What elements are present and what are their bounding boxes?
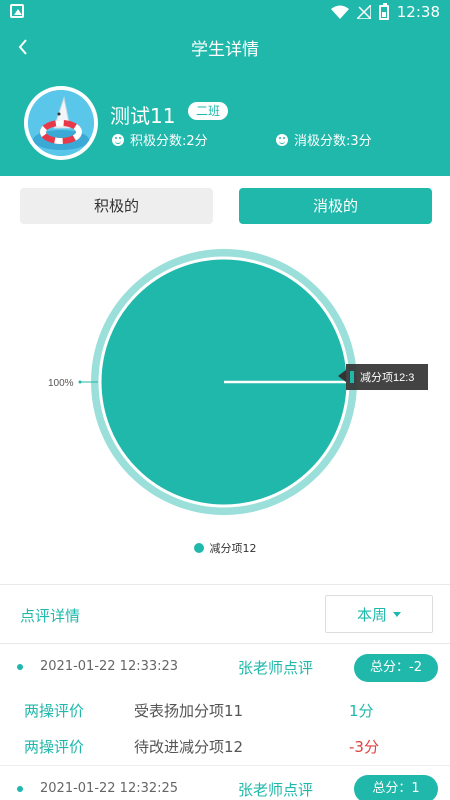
review-header: 点评详情 本周 [0, 585, 450, 643]
bullet-dot [17, 664, 23, 670]
status-bar: 12:38 [0, 0, 450, 24]
status-time: 12:38 [396, 3, 440, 21]
record-time: 2021-01-22 12:32:25 [40, 781, 179, 796]
class-badge: 二班 [188, 102, 229, 120]
item-type: 两操评价 [24, 702, 85, 720]
battery-icon [378, 2, 389, 20]
score-tabs: 积极的 消极的 [20, 188, 432, 224]
period-select[interactable]: 本周 [325, 595, 433, 633]
bullet-dot [17, 786, 23, 792]
record-item: 两操评价 受表扬加分项11 1分 [0, 700, 450, 736]
record-time: 2021-01-22 12:33:23 [40, 659, 179, 674]
item-score: 1分 [349, 702, 374, 720]
positive-score-label: 积极分数:2分 [130, 134, 208, 149]
caret-down-icon [393, 611, 401, 617]
positive-score: 积极分数:2分 [112, 130, 208, 149]
pie-chart: 100% 减分项12:3 [0, 230, 450, 580]
percent-label: 100% [48, 378, 74, 389]
tooltip: 减分项12:3 [338, 364, 428, 390]
student-name: 测试11 [110, 104, 176, 128]
tooltip-swatch [350, 371, 354, 383]
review-title: 点评详情 [20, 607, 81, 625]
review-record: 2021-01-22 12:32:25 张老师点评 总分：1 [0, 766, 450, 800]
negative-score: 消极分数:3分 [276, 130, 372, 149]
shark-lifebuoy-icon [28, 90, 94, 156]
record-teacher: 张老师点评 [238, 659, 314, 677]
wifi-icon [330, 5, 349, 19]
legend-label: 减分项12 [209, 542, 257, 555]
record-teacher: 张老师点评 [238, 781, 314, 799]
tooltip-text: 减分项12:3 [360, 371, 414, 384]
avatar [24, 86, 98, 160]
gallery-icon [10, 4, 24, 18]
percent-leader-dot [78, 380, 82, 384]
status-icons: 12:38 [330, 2, 440, 22]
smile-icon [276, 133, 288, 146]
item-type: 两操评价 [24, 738, 85, 756]
legend-dot [193, 543, 204, 553]
smile-icon [112, 133, 124, 146]
profile-header: 测试11 二班 积极分数:2分 消极分数:3分 [0, 70, 450, 176]
record-total-badge: 总分：-2 [354, 654, 438, 682]
nav-bar: 学生详情 [0, 24, 450, 70]
page-title: 学生详情 [191, 40, 259, 60]
review-record: 2021-01-22 12:33:23 张老师点评 总分：-2 两操评价 受表扬… [0, 644, 450, 766]
tab-negative[interactable]: 消极的 [239, 188, 432, 224]
pie-chart-svg: 100% 减分项12:3 [48, 249, 428, 515]
item-name: 受表扬加分项11 [134, 702, 244, 720]
no-signal-icon [356, 5, 371, 19]
chart-legend[interactable]: 减分项12 [0, 540, 450, 556]
negative-score-label: 消极分数:3分 [294, 134, 372, 149]
record-total-badge: 总分：1 [354, 775, 438, 800]
item-name: 待改进减分项12 [134, 738, 244, 756]
tab-positive[interactable]: 积极的 [20, 188, 213, 224]
avatar-image [28, 90, 94, 156]
item-score: -3分 [349, 738, 379, 756]
period-value: 本周 [356, 605, 387, 624]
